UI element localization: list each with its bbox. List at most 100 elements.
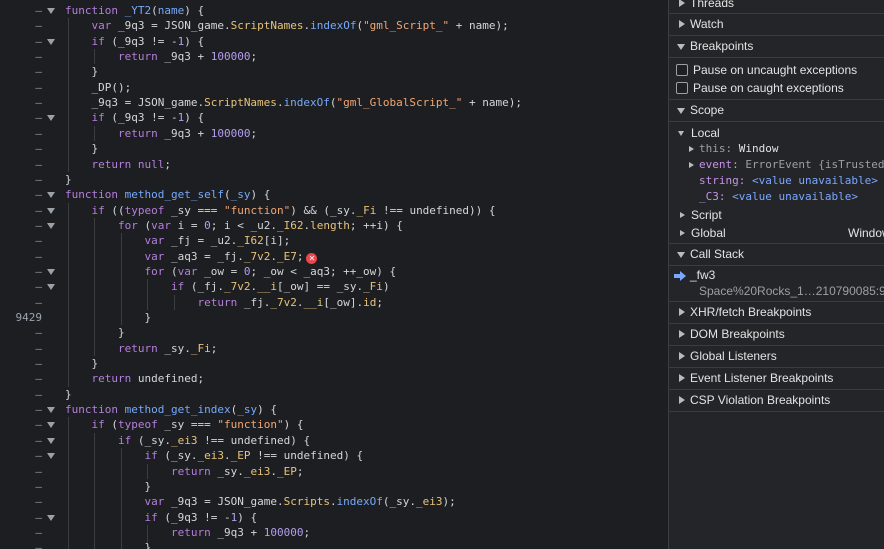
code-line[interactable]: – if (_sy._ei3._EP !== undefined) { (0, 448, 668, 463)
line-gutter[interactable]: – (0, 341, 42, 356)
fold-arrow-icon[interactable] (47, 264, 56, 279)
call-stack-frame[interactable]: _fw3 (669, 267, 884, 283)
code-line[interactable]: – function method_get_self(_sy) { (0, 187, 668, 202)
code-line[interactable]: – return _fj._7v2.__i[_ow].id; (0, 295, 668, 310)
code-line[interactable]: – function method_get_index(_sy) { (0, 402, 668, 417)
fold-arrow-icon[interactable] (47, 448, 56, 463)
breakpoints-section[interactable]: Breakpoints (669, 36, 884, 57)
line-gutter[interactable]: – (0, 95, 42, 110)
fold-arrow-icon[interactable] (47, 402, 56, 417)
line-gutter[interactable]: 9429 (0, 310, 43, 325)
line-gutter[interactable]: – (0, 325, 42, 340)
fold-arrow-icon[interactable] (47, 3, 56, 18)
threads-section[interactable]: Threads (669, 0, 884, 14)
fold-arrow-icon[interactable] (47, 34, 56, 49)
code-line[interactable]: 9429 } (0, 310, 668, 325)
code-line[interactable]: – return undefined; (0, 371, 668, 386)
line-gutter[interactable]: – (0, 49, 42, 64)
code-line[interactable]: – var _9q3 = JSON_game.Scripts.indexOf(_… (0, 494, 668, 509)
line-gutter[interactable]: – (0, 141, 42, 156)
code-line[interactable]: – var _aq3 = _fj._7v2._E7; ✕ (0, 249, 668, 264)
line-gutter[interactable]: – (0, 233, 42, 248)
scope-section[interactable]: Scope (669, 100, 884, 121)
line-gutter[interactable]: – (0, 157, 42, 172)
line-gutter[interactable]: – (0, 126, 42, 141)
code-line[interactable]: –} (0, 172, 668, 187)
code-line[interactable]: – if (_9q3 != -1) { (0, 510, 668, 525)
line-gutter[interactable]: – (0, 279, 42, 294)
code-line[interactable]: – if (_9q3 != -1) { (0, 34, 668, 49)
code-line[interactable]: – var _9q3 = JSON_game.ScriptNames.index… (0, 18, 668, 33)
fold-arrow-icon[interactable] (47, 218, 56, 233)
line-gutter[interactable]: – (0, 249, 42, 264)
line-gutter[interactable]: – (0, 510, 42, 525)
code-line[interactable]: – } (0, 479, 668, 494)
line-gutter[interactable]: – (0, 34, 42, 49)
line-gutter[interactable]: – (0, 218, 42, 233)
line-gutter[interactable]: – (0, 371, 42, 386)
code-line[interactable]: – if (_sy._ei3 !== undefined) { (0, 433, 668, 448)
line-gutter[interactable]: – (0, 3, 42, 18)
code-line[interactable]: – return _sy._Fi; (0, 341, 668, 356)
line-gutter[interactable]: – (0, 525, 42, 540)
line-gutter[interactable]: – (0, 402, 42, 417)
code-line[interactable]: – if (typeof _sy === "function") { (0, 417, 668, 432)
line-gutter[interactable]: – (0, 387, 42, 402)
code-editor[interactable]: – function _YT2(name) {– var _9q3 = JSON_… (0, 0, 668, 549)
line-gutter[interactable]: – (0, 448, 42, 463)
line-gutter[interactable]: – (0, 64, 42, 79)
code-line[interactable]: – _9q3 = JSON_game.ScriptNames.indexOf("… (0, 95, 668, 110)
watch-section[interactable]: Watch (669, 14, 884, 35)
line-gutter[interactable]: – (0, 356, 42, 371)
fold-arrow-icon[interactable] (47, 203, 56, 218)
pause-caught-checkbox[interactable] (676, 82, 688, 94)
code-line[interactable]: – var _fj = _u2._I62[i]; (0, 233, 668, 248)
code-line[interactable]: – function _YT2(name) { (0, 3, 668, 18)
code-line[interactable]: – } (0, 141, 668, 156)
dom-breakpoints-section[interactable]: DOM Breakpoints (669, 324, 884, 345)
line-gutter[interactable]: – (0, 110, 42, 125)
code-line[interactable]: – } (0, 356, 668, 371)
line-gutter[interactable]: – (0, 295, 42, 310)
code-line[interactable]: – if ((typeof _sy === "function") && (_s… (0, 203, 668, 218)
fold-arrow-icon[interactable] (47, 433, 56, 448)
code-line[interactable]: – return _9q3 + 100000; (0, 49, 668, 64)
line-gutter[interactable]: – (0, 187, 42, 202)
global-listeners-section[interactable]: Global Listeners (669, 346, 884, 367)
code-line[interactable]: – _DP(); (0, 80, 668, 95)
code-line[interactable]: – } (0, 325, 668, 340)
line-gutter[interactable]: – (0, 18, 42, 33)
code-line[interactable]: – return _sy._ei3._EP; (0, 464, 668, 479)
code-line[interactable]: – return null; (0, 157, 668, 172)
line-gutter[interactable]: – (0, 264, 42, 279)
scope-global[interactable]: Global Window (669, 225, 884, 241)
fold-arrow-icon[interactable] (47, 510, 56, 525)
line-gutter[interactable]: – (0, 433, 42, 448)
line-gutter[interactable]: – (0, 417, 42, 432)
fold-arrow-icon[interactable] (47, 187, 56, 202)
line-gutter[interactable]: – (0, 80, 42, 95)
pause-uncaught-row[interactable]: Pause on uncaught exceptions (669, 62, 884, 78)
call-stack-section[interactable]: Call Stack (669, 244, 884, 265)
line-gutter[interactable]: – (0, 479, 42, 494)
fold-arrow-icon[interactable] (47, 279, 56, 294)
csp-violation-breakpoints-section[interactable]: CSP Violation Breakpoints (669, 390, 884, 411)
pause-caught-row[interactable]: Pause on caught exceptions (669, 80, 884, 96)
xhr-breakpoints-section[interactable]: XHR/fetch Breakpoints (669, 302, 884, 323)
line-gutter[interactable]: – (0, 172, 42, 187)
fold-arrow-icon[interactable] (47, 417, 56, 432)
line-gutter[interactable]: – (0, 464, 42, 479)
code-line[interactable]: – } (0, 540, 668, 549)
line-gutter[interactable]: – (0, 203, 42, 218)
code-line[interactable]: – } (0, 64, 668, 79)
line-gutter[interactable]: – (0, 494, 42, 509)
code-line[interactable]: – for (var _ow = 0; _ow < _aq3; ++_ow) { (0, 264, 668, 279)
line-gutter[interactable]: – (0, 540, 42, 549)
fold-arrow-icon[interactable] (47, 110, 56, 125)
scope-script[interactable]: Script (669, 207, 884, 223)
code-line[interactable]: – return _9q3 + 100000; (0, 525, 668, 540)
code-line[interactable]: – if (_9q3 != -1) { (0, 110, 668, 125)
error-icon[interactable]: ✕ (306, 252, 318, 264)
code-line[interactable]: – if (_fj._7v2.__i[_ow] == _sy._Fi) (0, 279, 668, 294)
event-listener-breakpoints-section[interactable]: Event Listener Breakpoints (669, 368, 884, 389)
